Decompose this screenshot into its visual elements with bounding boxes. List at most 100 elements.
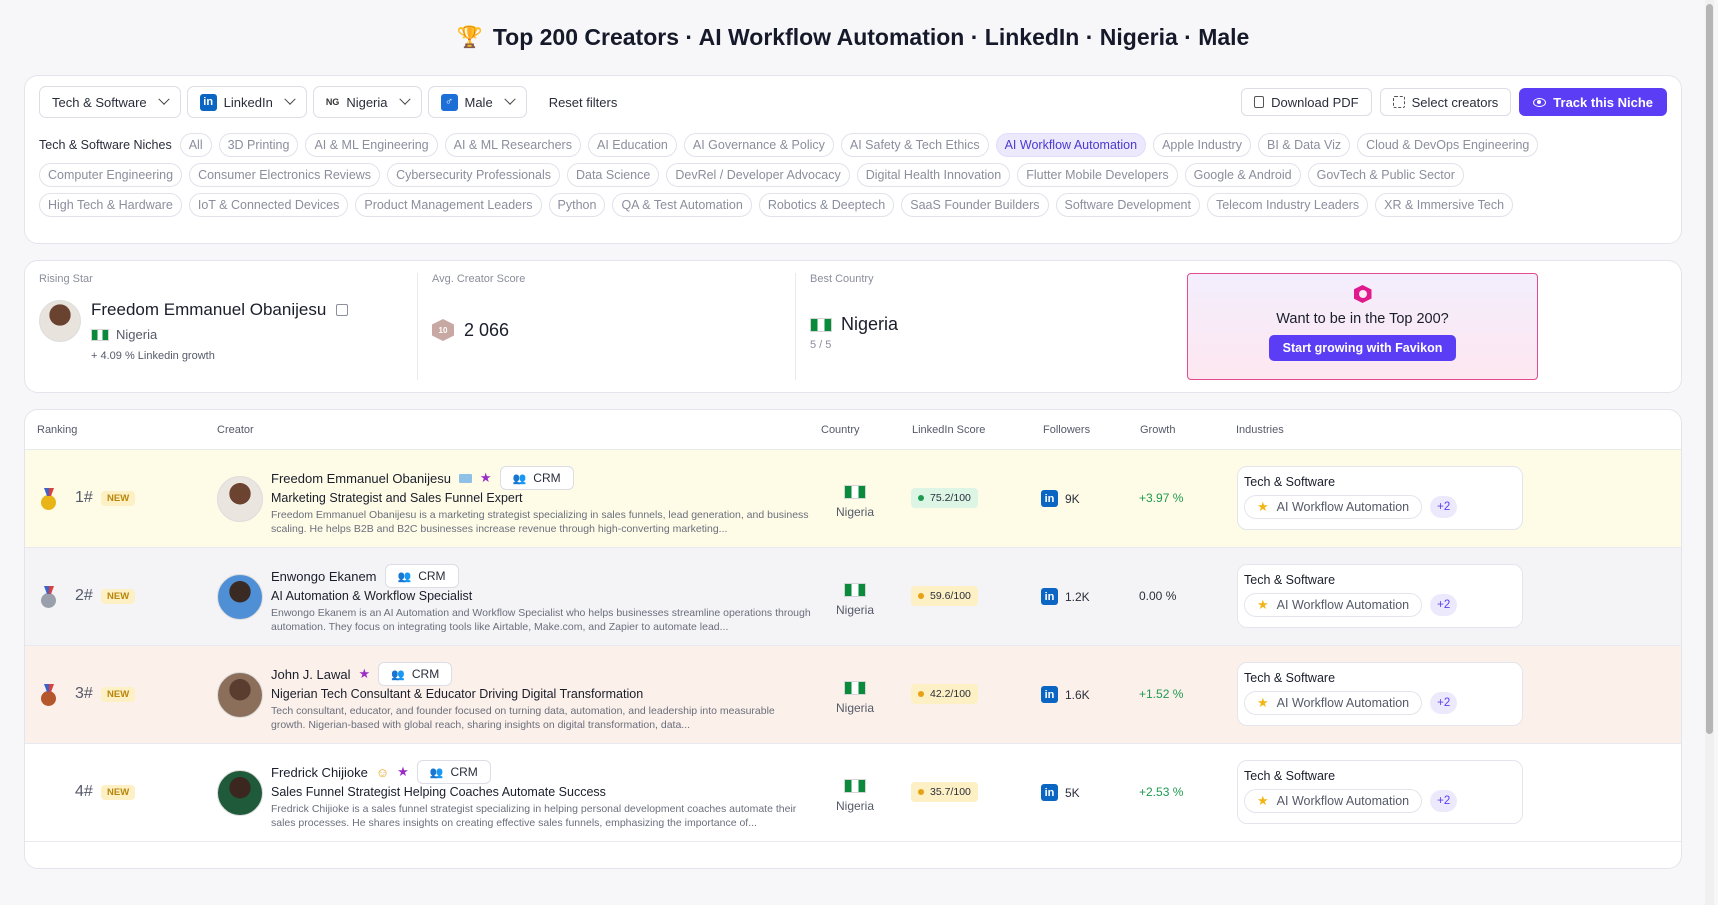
table-row[interactable]: 4# NEW Fredrick Chijioke ☺ ★ 👥 CRM Sales … (25, 744, 1681, 842)
niche-chip[interactable]: Computer Engineering (39, 163, 183, 187)
niche-chip[interactable]: Telecom Industry Leaders (1206, 193, 1369, 217)
niche-chip[interactable]: Digital Health Innovation (856, 163, 1011, 187)
industry-tag-label: AI Workflow Automation (1276, 794, 1410, 808)
followers-cell: in 5K (1041, 784, 1080, 801)
gender-dropdown[interactable]: ♂ Male (427, 86, 527, 118)
reset-filters-button[interactable]: Reset filters (549, 95, 618, 110)
niche-chip[interactable]: Google & Android (1184, 163, 1301, 187)
category-value: Tech & Software (52, 94, 147, 110)
industry-tag[interactable]: ★ AI Workflow Automation (1244, 495, 1423, 519)
table-row[interactable]: 3# NEW John J. Lawal ★ 👥 CRM Nigerian Te… (25, 646, 1681, 744)
nigeria-flag-icon (844, 681, 866, 695)
niche-chip[interactable]: Flutter Mobile Developers (1017, 163, 1178, 187)
niche-chip[interactable]: AI Governance & Policy (683, 133, 834, 157)
header-followers[interactable]: Followers (1043, 424, 1090, 436)
crm-button[interactable]: 👥 CRM (499, 466, 574, 490)
niche-chip[interactable]: AI Safety & Tech Ethics (840, 133, 989, 157)
crm-button[interactable]: 👥 CRM (416, 760, 491, 784)
followers-value: 9K (1065, 491, 1080, 506)
rising-star-name[interactable]: Freedom Emmanuel Obanijesu (91, 300, 326, 320)
niche-chip[interactable]: Cybersecurity Professionals (387, 163, 560, 187)
avg-score-label: Avg. Creator Score (432, 273, 526, 285)
niche-chip[interactable]: AI Education (587, 133, 677, 157)
external-link-icon[interactable] (336, 304, 349, 316)
country-name: Nigeria (835, 505, 874, 519)
niche-chip[interactable]: SaaS Founder Builders (901, 193, 1049, 217)
page-header: 🏆 Top 200 Creators · AI Workflow Automat… (24, 0, 1682, 75)
followers-value: 1.6K (1065, 687, 1090, 702)
niche-chip[interactable]: IoT & Connected Devices (188, 193, 349, 217)
start-growing-button[interactable]: Start growing with Favikon (1268, 335, 1457, 361)
niche-chip[interactable]: DevRel / Developer Advocacy (666, 163, 850, 187)
niche-chip[interactable]: All (179, 133, 212, 157)
header-ranking[interactable]: Ranking (37, 424, 77, 436)
niche-chip[interactable]: Consumer Electronics Reviews (189, 163, 381, 187)
avatar[interactable] (217, 574, 263, 620)
header-score[interactable]: LinkedIn Score (912, 424, 985, 436)
linkedin-score: 35.7/100 (911, 782, 978, 802)
header-creator[interactable]: Creator (217, 424, 254, 436)
download-pdf-button[interactable]: Download PDF (1241, 88, 1372, 116)
linkedin-icon: in (1041, 784, 1058, 801)
niche-chip[interactable]: AI Workflow Automation (995, 133, 1147, 157)
niche-chip[interactable]: Product Management Leaders (355, 193, 542, 217)
industry-tag[interactable]: ★ AI Workflow Automation (1244, 789, 1423, 813)
rank-badge-icon: 10 (432, 319, 454, 341)
industry-tag[interactable]: ★ AI Workflow Automation (1244, 691, 1423, 715)
niche-chip[interactable]: AI & ML Engineering (305, 133, 438, 157)
avatar[interactable] (217, 672, 263, 718)
more-tags-badge[interactable]: +2 (1430, 496, 1458, 518)
industries-cell: Tech & Software ★ AI Workflow Automation… (1237, 564, 1523, 628)
country-dropdown[interactable]: NG Nigeria (312, 86, 422, 118)
industry-tag-label: AI Workflow Automation (1276, 598, 1410, 612)
niche-chip[interactable]: High Tech & Hardware (39, 193, 182, 217)
table-row[interactable]: 2# NEW Enwongo Ekanem 👥 CRM AI Automatio… (25, 548, 1681, 646)
chevron-down-icon (157, 93, 170, 105)
avatar[interactable] (39, 300, 81, 342)
creator-name[interactable]: John J. Lawal (271, 667, 351, 682)
category-dropdown[interactable]: Tech & Software (39, 86, 181, 118)
niche-chip[interactable]: Python (548, 193, 606, 217)
more-tags-badge[interactable]: +2 (1430, 790, 1458, 812)
more-tags-badge[interactable]: +2 (1430, 692, 1458, 714)
niche-chip[interactable]: QA & Test Automation (612, 193, 752, 217)
niche-chip[interactable]: AI & ML Researchers (444, 133, 581, 157)
creator-name[interactable]: Freedom Emmanuel Obanijesu (271, 471, 451, 486)
track-niche-button[interactable]: Track this Niche (1519, 88, 1667, 116)
crm-button[interactable]: 👥 CRM (384, 564, 459, 588)
header-growth[interactable]: Growth (1140, 424, 1175, 436)
rising-star-growth: + 4.09 % Linkedin growth (91, 350, 215, 362)
best-country-card: Best Country Nigeria 5 / 5 (795, 273, 1173, 380)
creator-name[interactable]: Fredrick Chijioke (271, 765, 368, 780)
table-row[interactable]: 1# NEW Freedom Emmanuel Obanijesu ★ 👥 CR… (25, 450, 1681, 548)
favikon-logo-icon (1353, 285, 1372, 303)
select-creators-button[interactable]: Select creators (1379, 88, 1512, 116)
header-country[interactable]: Country (821, 424, 860, 436)
niche-chip[interactable]: Apple Industry (1153, 133, 1251, 157)
followers-value: 5K (1065, 785, 1080, 800)
platform-dropdown[interactable]: in LinkedIn (186, 86, 307, 118)
scrollbar-thumb[interactable] (1706, 4, 1713, 734)
creator-name[interactable]: Enwongo Ekanem (271, 569, 377, 584)
avatar[interactable] (217, 770, 263, 816)
header-industries[interactable]: Industries (1236, 424, 1284, 436)
chevron-down-icon (504, 93, 516, 105)
niche-chip[interactable]: Data Science (566, 163, 660, 187)
niche-chip[interactable]: XR & Immersive Tech (1375, 193, 1514, 217)
growth-value: +2.53 % (1139, 785, 1184, 799)
niche-chip[interactable]: GovTech & Public Sector (1307, 163, 1464, 187)
country-name: Nigeria (835, 701, 874, 715)
trophy-icon: 🏆 (456, 25, 483, 49)
creator-title: Nigerian Tech Consultant & Educator Driv… (271, 687, 644, 701)
page-scrollbar[interactable] (1705, 0, 1714, 905)
niche-chip[interactable]: 3D Printing (218, 133, 299, 157)
industry-tag[interactable]: ★ AI Workflow Automation (1244, 593, 1423, 617)
score-dot (918, 789, 924, 795)
crm-button[interactable]: 👥 CRM (378, 662, 453, 686)
avatar[interactable] (217, 476, 263, 522)
niche-chip[interactable]: BI & Data Viz (1257, 133, 1351, 157)
more-tags-badge[interactable]: +2 (1430, 594, 1458, 616)
niche-chip[interactable]: Robotics & Deeptech (758, 193, 895, 217)
niche-chip[interactable]: Software Development (1055, 193, 1200, 217)
niche-chip[interactable]: Cloud & DevOps Engineering (1357, 133, 1539, 157)
